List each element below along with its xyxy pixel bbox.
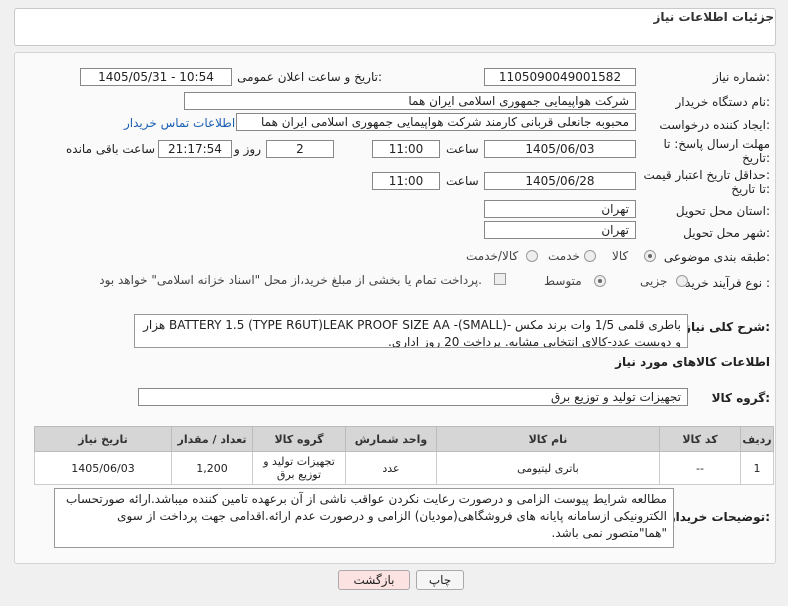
announce-field: 1405/05/31 - 10:54 — [80, 68, 232, 86]
days-label: روز و — [234, 142, 261, 156]
category-radio-service[interactable] — [584, 250, 596, 262]
deadline-date-field: 1405/06/03 — [484, 140, 636, 158]
deadline-time-label: ساعت — [446, 142, 479, 156]
province-label: استان محل تحویل: — [675, 204, 770, 218]
deadline-time-field: 11:00 — [372, 140, 440, 158]
items-table: ردیف کد کالا نام کالا واحد شمارش گروه کا… — [34, 426, 774, 485]
process-radio-minor[interactable] — [676, 275, 688, 287]
treasury-checkbox[interactable] — [494, 273, 506, 285]
city-label: شهر محل تحویل: — [683, 226, 770, 240]
province-field: تهران — [484, 200, 636, 218]
col-quantity: تعداد / مقدار — [171, 426, 253, 452]
remaining-label: ساعت باقی مانده — [66, 142, 156, 156]
treasury-note: پرداخت تمام یا بخشی از مبلغ خرید،از محل … — [99, 273, 482, 287]
col-row-number: ردیف — [740, 426, 774, 452]
col-need-date: تاریخ نیاز — [34, 426, 172, 452]
print-button[interactable]: چاپ — [416, 570, 464, 590]
validity-label-line2: تا تاریخ: — [731, 182, 770, 196]
category-radio-goods[interactable] — [644, 250, 656, 262]
deadline-label-line2: تاریخ: — [742, 151, 770, 165]
cell-quantity: 1,200 — [171, 451, 253, 485]
page-title: جزئیات اطلاعات نیاز — [653, 10, 774, 24]
col-item-name: نام کالا — [436, 426, 660, 452]
buyer-field: شرکت هواپیمایی جمهوری اسلامی ایران هما — [184, 92, 636, 110]
cell-row-number: 1 — [740, 451, 774, 485]
goods-group-field: تجهیزات تولید و توزیع برق — [138, 388, 688, 406]
announce-label: تاریخ و ساعت اعلان عمومی: — [237, 70, 382, 84]
category-option-both: کالا/خدمت — [466, 249, 519, 263]
category-option-service: خدمت — [548, 249, 580, 263]
cell-unit: عدد — [345, 451, 437, 485]
days-remaining-field: 2 — [266, 140, 334, 158]
need-number-label: شماره نیاز: — [712, 70, 770, 84]
table-row: 1 -- باتری لیتیومی عدد تجهیزات تولید و ت… — [34, 451, 774, 485]
category-radio-both[interactable] — [526, 250, 538, 262]
buyer-notes-label: توضیحات خریدار: — [668, 510, 770, 524]
process-option-medium: متوسط — [544, 274, 582, 288]
process-radio-medium[interactable] — [594, 275, 606, 287]
category-option-goods: کالا — [612, 249, 629, 263]
description-label: شرح کلی نیاز: — [684, 320, 770, 334]
process-label: نوع فرآیند خرید : — [685, 276, 770, 290]
col-item-code: کد کالا — [659, 426, 741, 452]
creator-label: ایجاد کننده درخواست: — [659, 118, 770, 132]
cell-item-group: تجهیزات تولید و توزیع برق — [252, 451, 346, 485]
col-item-group: گروه کالا — [252, 426, 346, 452]
validity-date-field: 1405/06/28 — [484, 172, 636, 190]
validity-time-label: ساعت — [446, 174, 479, 188]
cell-need-date: 1405/06/03 — [34, 451, 172, 485]
buyer-notes-textarea[interactable]: مطالعه شرایط پیوست الزامی و درصورت رعایت… — [54, 488, 674, 548]
description-textarea[interactable]: باطری قلمی 1/5 وات برند مکس -(SMALL)- BA… — [134, 314, 688, 348]
back-button[interactable]: بازگشت — [338, 570, 410, 590]
cell-item-name: باتری لیتیومی — [436, 451, 660, 485]
buyer-contact-link[interactable]: اطلاعات تماس خریدار — [124, 116, 235, 130]
city-field: تهران — [484, 221, 636, 239]
col-unit: واحد شمارش — [345, 426, 437, 452]
need-number-field: 1105090049001582 — [484, 68, 636, 86]
validity-label-line1: حداقل تاریخ اعتبار قیمت: — [643, 168, 770, 182]
goods-info-title: اطلاعات کالاهای مورد نیاز — [615, 355, 770, 369]
category-label: طبقه بندی موضوعی: — [663, 250, 770, 264]
creator-field: محبوبه جانعلی قربانی کارمند شرکت هواپیما… — [236, 113, 636, 131]
process-option-minor: جزیی — [640, 274, 668, 288]
goods-group-label: گروه کالا: — [711, 391, 770, 405]
validity-time-field: 11:00 — [372, 172, 440, 190]
remaining-time-field: 21:17:54 — [158, 140, 232, 158]
cell-item-code: -- — [659, 451, 741, 485]
buyer-label: نام دستگاه خریدار: — [675, 95, 771, 109]
deadline-label-line1: مهلت ارسال پاسخ: تا — [663, 137, 770, 151]
items-table-header: ردیف کد کالا نام کالا واحد شمارش گروه کا… — [34, 426, 774, 452]
